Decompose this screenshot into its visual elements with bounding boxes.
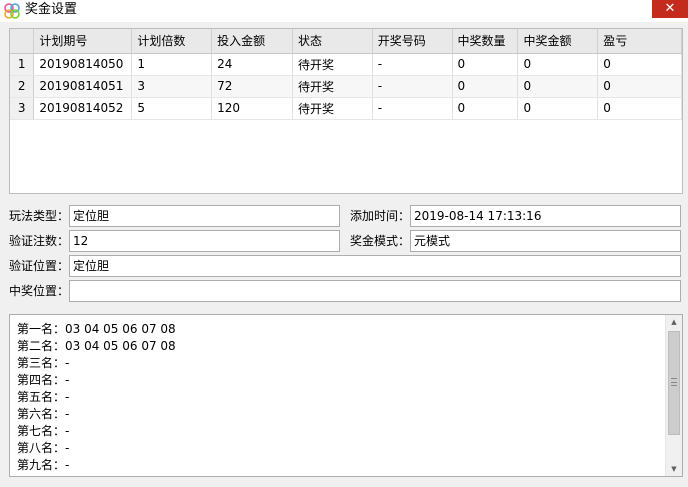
memo-vertical-scrollbar[interactable]: ▲ ▼ bbox=[665, 315, 682, 476]
cell-stake-amount[interactable]: 120 bbox=[211, 97, 293, 120]
cell-plan-issue[interactable]: 20190814051 bbox=[33, 75, 133, 98]
cell-status[interactable]: 待开奖 bbox=[292, 75, 373, 98]
cell-status[interactable]: 待开奖 bbox=[292, 97, 373, 120]
memo-line: 第七名：- bbox=[17, 424, 70, 438]
memo-line: 第四名：- bbox=[17, 373, 70, 387]
scrollbar-thumb[interactable] bbox=[668, 331, 680, 435]
cell-profit-loss[interactable]: 0 bbox=[597, 53, 682, 76]
table-row[interactable]: 2 20190814051 3 72 待开奖 - 0 0 0 bbox=[10, 75, 682, 98]
column-header[interactable]: 中奖金额 bbox=[517, 29, 599, 54]
memo-line: 第八名：- bbox=[17, 441, 70, 455]
cell-profit-loss[interactable]: 0 bbox=[597, 75, 682, 98]
grid-header-row: 计划期号 计划倍数 投入金额 状态 开奖号码 中奖数量 中奖金额 盈亏 bbox=[10, 29, 682, 54]
column-header[interactable]: 计划期号 bbox=[33, 29, 133, 54]
column-header[interactable]: 中奖数量 bbox=[452, 29, 519, 54]
column-header[interactable]: 状态 bbox=[292, 29, 373, 54]
cell-draw-number[interactable]: - bbox=[372, 97, 453, 120]
cell-plan-multiplier[interactable]: 1 bbox=[131, 53, 213, 76]
cell-stake-amount[interactable]: 72 bbox=[211, 75, 293, 98]
scrollbar-grip-icon bbox=[671, 378, 677, 386]
add-time-field[interactable]: 2019-08-14 17:13:16 bbox=[410, 205, 681, 227]
play-type-label: 玩法类型： bbox=[9, 209, 70, 223]
cell-draw-number[interactable]: - bbox=[372, 53, 453, 76]
result-memo[interactable]: 第一名：03 04 05 06 07 08 第二名：03 04 05 06 07… bbox=[9, 314, 683, 477]
row-number: 1 bbox=[10, 53, 35, 76]
column-header[interactable]: 开奖号码 bbox=[372, 29, 453, 54]
play-type-field[interactable]: 定位胆 bbox=[69, 205, 340, 227]
prize-mode-label: 奖金模式： bbox=[350, 234, 411, 248]
verify-position-field[interactable]: 定位胆 bbox=[69, 255, 681, 277]
table-row[interactable]: 3 20190814052 5 120 待开奖 - 0 0 0 bbox=[10, 97, 682, 120]
title-bar: 奖金设置 ✕ bbox=[0, 0, 688, 22]
cell-win-count[interactable]: 0 bbox=[452, 53, 519, 76]
add-time-label: 添加时间： bbox=[350, 209, 411, 223]
cell-status[interactable]: 待开奖 bbox=[292, 53, 373, 76]
win-position-field[interactable] bbox=[69, 280, 681, 302]
memo-line: 第一名：03 04 05 06 07 08 bbox=[17, 322, 176, 336]
close-button[interactable]: ✕ bbox=[652, 0, 688, 18]
scroll-up-arrow-icon[interactable]: ▲ bbox=[666, 315, 682, 329]
close-icon: ✕ bbox=[664, 1, 676, 16]
dialog-client-area: 计划期号 计划倍数 投入金额 状态 开奖号码 中奖数量 中奖金额 盈亏 1 20… bbox=[0, 22, 688, 487]
plan-grid[interactable]: 计划期号 计划倍数 投入金额 状态 开奖号码 中奖数量 中奖金额 盈亏 1 20… bbox=[9, 28, 683, 194]
app-logo-icon bbox=[4, 3, 20, 19]
memo-line: 第三名：- bbox=[17, 356, 70, 370]
row-number: 3 bbox=[10, 97, 35, 120]
memo-content: 第一名：03 04 05 06 07 08 第二名：03 04 05 06 07… bbox=[17, 321, 176, 474]
memo-line: 第九名：- bbox=[17, 458, 70, 472]
cell-win-count[interactable]: 0 bbox=[452, 97, 519, 120]
plan-table: 计划期号 计划倍数 投入金额 状态 开奖号码 中奖数量 中奖金额 盈亏 1 20… bbox=[10, 29, 682, 120]
row-number: 2 bbox=[10, 75, 35, 98]
memo-line: 第五名：- bbox=[17, 390, 70, 404]
cell-profit-loss[interactable]: 0 bbox=[597, 97, 682, 120]
cell-stake-amount[interactable]: 24 bbox=[211, 53, 293, 76]
cell-win-amount[interactable]: 0 bbox=[517, 53, 599, 76]
cell-draw-number[interactable]: - bbox=[372, 75, 453, 98]
scroll-down-arrow-icon[interactable]: ▼ bbox=[666, 462, 682, 476]
memo-line: 第二名：03 04 05 06 07 08 bbox=[17, 339, 176, 353]
column-header[interactable]: 盈亏 bbox=[597, 29, 682, 54]
memo-line: 第六名：- bbox=[17, 407, 70, 421]
win-position-label: 中奖位置： bbox=[9, 284, 70, 298]
cell-win-count[interactable]: 0 bbox=[452, 75, 519, 98]
prize-mode-field[interactable]: 元模式 bbox=[410, 230, 681, 252]
grid-corner-cell bbox=[10, 29, 35, 54]
cell-plan-issue[interactable]: 20190814052 bbox=[33, 97, 133, 120]
verify-count-field[interactable]: 12 bbox=[69, 230, 340, 252]
cell-plan-multiplier[interactable]: 5 bbox=[131, 97, 213, 120]
column-header[interactable]: 计划倍数 bbox=[131, 29, 213, 54]
verify-position-label: 验证位置： bbox=[9, 259, 70, 273]
cell-plan-multiplier[interactable]: 3 bbox=[131, 75, 213, 98]
window-title: 奖金设置 bbox=[25, 2, 78, 17]
column-header[interactable]: 投入金额 bbox=[211, 29, 293, 54]
cell-plan-issue[interactable]: 20190814050 bbox=[33, 53, 133, 76]
cell-win-amount[interactable]: 0 bbox=[517, 97, 599, 120]
verify-count-label: 验证注数： bbox=[9, 234, 70, 248]
cell-win-amount[interactable]: 0 bbox=[517, 75, 599, 98]
table-row[interactable]: 1 20190814050 1 24 待开奖 - 0 0 0 bbox=[10, 53, 682, 76]
